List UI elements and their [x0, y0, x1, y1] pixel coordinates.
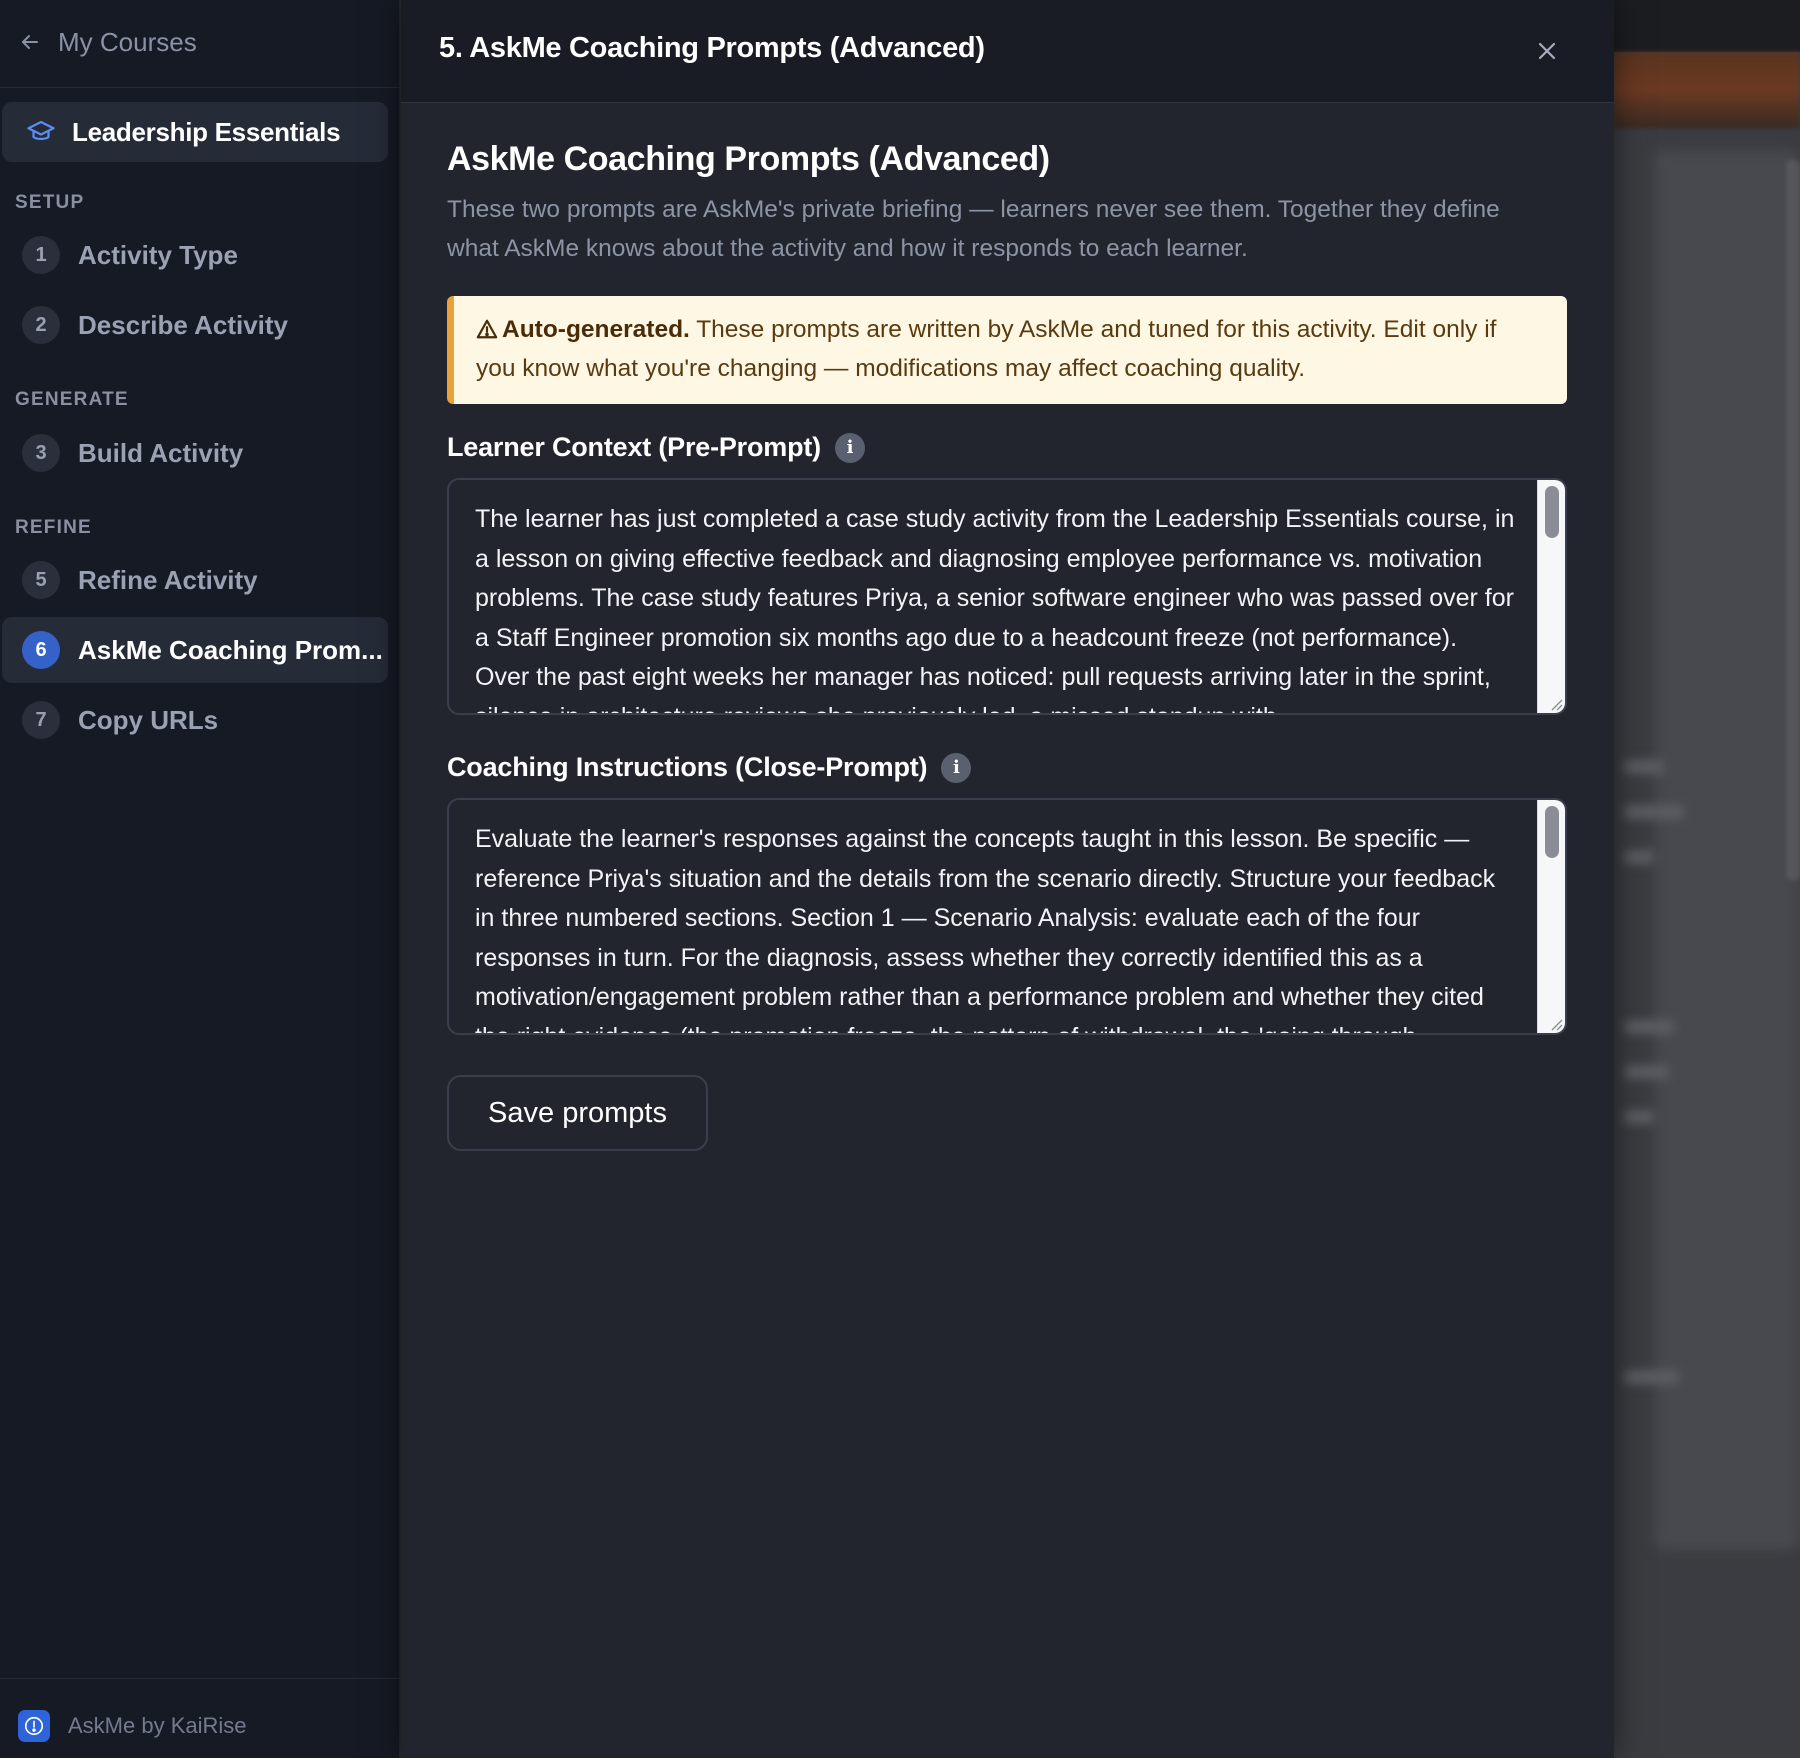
background-page	[1614, 0, 1800, 1758]
auto-generated-warning: Auto-generated. These prompts are writte…	[447, 296, 1567, 404]
step-number: 5	[22, 561, 60, 599]
background-text	[1624, 1110, 1654, 1124]
warning-strong: Auto-generated.	[502, 316, 690, 343]
background-topbar	[1614, 0, 1800, 52]
brand-label: AskMe by KaiRise	[68, 1713, 247, 1738]
step-describe-activity[interactable]: 2 Describe Activity	[2, 292, 388, 358]
pre-prompt-value[interactable]: The learner has just completed a case st…	[475, 500, 1515, 713]
coaching-prompts-panel: 5. AskMe Coaching Prompts (Advanced) Ask…	[401, 0, 1614, 1758]
info-icon[interactable]: i	[941, 752, 972, 783]
background-banner	[1614, 52, 1800, 128]
step-build-activity[interactable]: 3 Build Activity	[2, 420, 388, 486]
step-label: Build Activity	[78, 437, 244, 468]
section-label-refine: REFINE	[15, 517, 92, 538]
step-copy-urls[interactable]: 7 Copy URLs	[2, 687, 388, 753]
step-number: 2	[22, 306, 60, 344]
step-label: Refine Activity	[78, 564, 258, 595]
section-label-setup: SETUP	[15, 192, 85, 213]
step-label: AskMe Coaching Prom...	[78, 634, 383, 665]
close-prompt-scrollbar[interactable]	[1537, 800, 1565, 1033]
step-activity-type[interactable]: 1 Activity Type	[2, 222, 388, 288]
resize-handle-icon[interactable]	[1547, 1015, 1563, 1031]
step-number: 1	[22, 236, 60, 274]
graduation-cap-icon	[27, 120, 55, 140]
pre-prompt-scrollbar[interactable]	[1537, 480, 1565, 713]
step-number: 6	[22, 631, 60, 669]
step-label: Describe Activity	[78, 309, 289, 340]
background-text	[1624, 805, 1684, 819]
background-text	[1624, 760, 1664, 774]
close-icon	[1538, 42, 1556, 60]
pre-prompt-textarea[interactable]: The learner has just completed a case st…	[447, 478, 1567, 715]
panel-title: 5. AskMe Coaching Prompts (Advanced)	[439, 32, 985, 64]
pre-prompt-label-text: Learner Context (Pre-Prompt)	[447, 432, 821, 462]
back-link-label: My Courses	[58, 26, 197, 57]
background-scrollbar	[1786, 160, 1800, 880]
background-text	[1624, 850, 1654, 864]
background-text	[1624, 1370, 1679, 1384]
close-prompt-textarea[interactable]: Evaluate the learner's responses against…	[447, 798, 1567, 1035]
info-icon[interactable]: i	[834, 432, 865, 463]
divider	[0, 1678, 400, 1679]
scrollbar-thumb[interactable]	[1545, 806, 1559, 858]
section-label-generate: GENERATE	[15, 389, 129, 410]
background-card	[1654, 150, 1800, 1550]
panel-header: 5. AskMe Coaching Prompts (Advanced)	[401, 0, 1614, 103]
close-prompt-label-text: Coaching Instructions (Close-Prompt)	[447, 752, 928, 782]
sidebar: My Courses Leadership Essentials SETUP 1…	[0, 0, 400, 1758]
back-to-courses-link[interactable]: My Courses	[18, 22, 197, 62]
step-askme-coaching-prompts[interactable]: 6 AskMe Coaching Prom...	[2, 617, 388, 683]
arrow-left-icon	[22, 35, 38, 49]
save-prompts-button[interactable]: Save prompts	[447, 1075, 708, 1151]
close-prompt-label: Coaching Instructions (Close-Prompt) i	[447, 752, 972, 783]
scrollbar-thumb[interactable]	[1545, 486, 1559, 538]
askme-logo-icon	[18, 1710, 50, 1742]
step-refine-activity[interactable]: 5 Refine Activity	[2, 547, 388, 613]
background-text	[1624, 1020, 1674, 1034]
step-label: Activity Type	[78, 239, 238, 270]
step-number: 3	[22, 434, 60, 472]
page-title: AskMe Coaching Prompts (Advanced)	[447, 140, 1050, 178]
course-item[interactable]: Leadership Essentials	[2, 102, 388, 162]
course-title: Leadership Essentials	[72, 116, 341, 147]
step-label: Copy URLs	[78, 704, 219, 735]
resize-handle-icon[interactable]	[1547, 695, 1563, 711]
brand-footer: AskMe by KaiRise	[18, 1710, 247, 1742]
divider	[0, 87, 400, 88]
warning-icon	[476, 319, 498, 339]
close-prompt-value[interactable]: Evaluate the learner's responses against…	[475, 820, 1515, 1033]
step-number: 7	[22, 701, 60, 739]
pre-prompt-label: Learner Context (Pre-Prompt) i	[447, 432, 865, 463]
background-text	[1624, 1065, 1669, 1079]
page-description: These two prompts are AskMe's private br…	[447, 196, 1500, 262]
close-button[interactable]	[1530, 34, 1564, 68]
